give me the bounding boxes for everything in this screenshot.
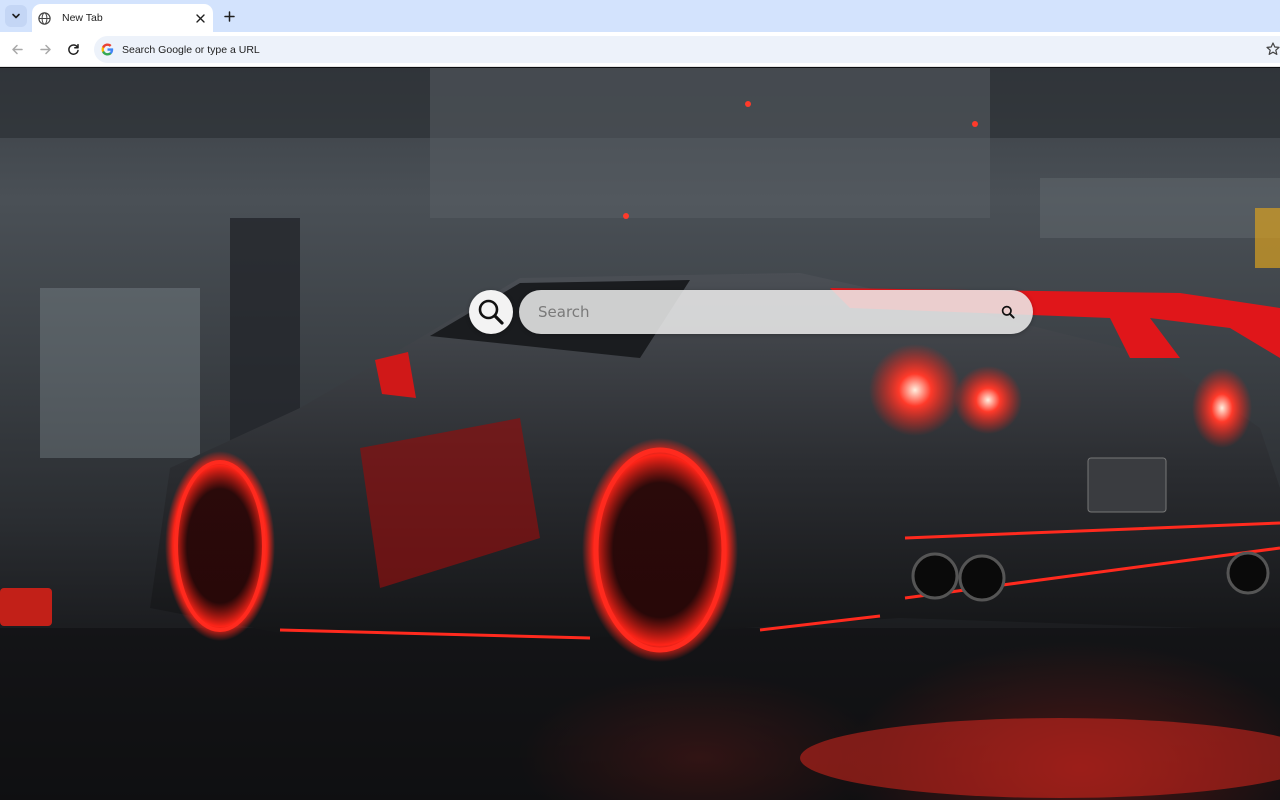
tab-search-button[interactable] (5, 5, 27, 27)
plus-icon (223, 10, 235, 22)
tab-title: New Tab (62, 12, 103, 24)
wallpaper-image (0, 68, 1280, 800)
new-tab-page (0, 68, 1280, 800)
close-icon[interactable] (192, 10, 208, 26)
search-logo-button[interactable] (469, 290, 513, 334)
forward-button[interactable] (36, 40, 54, 58)
back-button[interactable] (8, 40, 26, 58)
chevron-down-icon (12, 13, 20, 19)
arrow-left-icon (11, 44, 23, 54)
arrow-right-icon (39, 44, 51, 54)
search-input[interactable] (538, 303, 999, 321)
reload-icon (67, 43, 79, 55)
browser-toolbar: Search Google or type a URL (0, 32, 1280, 67)
star-icon[interactable] (1266, 42, 1280, 56)
google-g-icon (101, 43, 114, 56)
address-bar-placeholder: Search Google or type a URL (122, 43, 260, 56)
address-bar[interactable]: Search Google or type a URL (94, 36, 1280, 63)
tab-new-tab[interactable]: New Tab (32, 4, 213, 32)
search-box (519, 290, 1033, 334)
globe-icon (38, 11, 51, 25)
reload-button[interactable] (64, 40, 82, 58)
new-tab-button[interactable] (219, 6, 239, 26)
search-submit-button[interactable] (999, 303, 1017, 321)
magnifier-icon (1001, 305, 1015, 319)
tab-strip: New Tab (0, 0, 1280, 32)
magnifier-icon (478, 299, 504, 325)
